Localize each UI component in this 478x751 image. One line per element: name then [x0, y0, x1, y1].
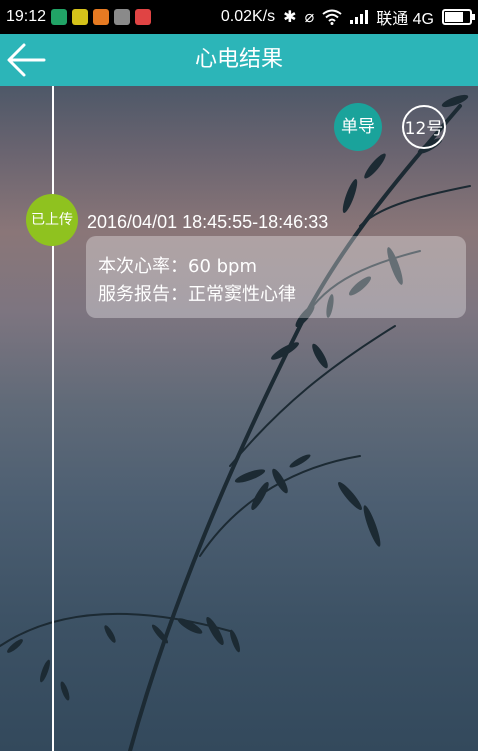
carrier-label: 联通 4G: [376, 11, 434, 28]
heart-rate-value: 60 bpm: [188, 256, 258, 277]
upload-status-badge: 已上传: [26, 194, 78, 246]
signal-icon: [350, 10, 369, 24]
single-lead-button[interactable]: 单导: [334, 103, 382, 151]
status-bar: 19:12 0.02K/s ✱ ⌀ 联通 4G: [0, 0, 478, 34]
service-report-label: 服务报告：: [98, 284, 188, 305]
background-plant-image: [0, 94, 471, 751]
status-bar-right: 0.02K/s ✱ ⌀ 联通 4G: [220, 0, 475, 34]
vibrate-icon: ⌀: [304, 9, 315, 26]
status-bar-left: 19:12: [6, 0, 152, 34]
bluetooth-icon: ✱: [283, 9, 297, 26]
page-title: 心电结果: [194, 47, 283, 72]
notification-app-icon: [135, 9, 152, 25]
twelve-lead-button[interactable]: 12号: [402, 105, 446, 149]
notification-app-icon: [93, 9, 110, 25]
heart-rate-row: 本次心率：60 bpm: [98, 252, 257, 278]
record-datetime: 2016/04/01 18:45:55-18:46:33: [87, 212, 329, 232]
ecg-result-card[interactable]: 本次心率：60 bpm 服务报告：正常窦性心律: [86, 236, 466, 318]
notification-app-icon: [51, 9, 68, 25]
service-report-value: 正常窦性心律: [188, 284, 296, 305]
service-report-row: 服务报告：正常窦性心律: [98, 280, 296, 306]
timeline-line: [52, 86, 54, 751]
network-speed: 0.02K/s: [220, 8, 276, 25]
wifi-icon: [322, 9, 342, 25]
title-bar: 心电结果: [0, 34, 478, 86]
notification-app-icon: [114, 9, 131, 25]
notification-app-icon: [72, 9, 89, 25]
battery-icon: [442, 9, 475, 25]
clock: 19:12: [6, 8, 47, 25]
heart-rate-label: 本次心率：: [98, 256, 188, 277]
content-area: 单导 12号 已上传 2016/04/01 18:45:55-18:46:33 …: [0, 86, 478, 751]
